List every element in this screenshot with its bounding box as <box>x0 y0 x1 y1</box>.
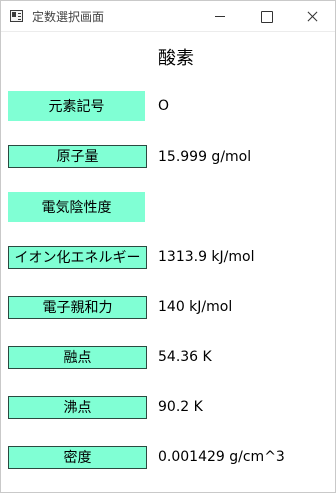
electron-affinity-button[interactable]: 電子親和力 <box>8 296 147 319</box>
app-window-icon <box>10 10 23 22</box>
density-button[interactable]: 密度 <box>8 446 147 469</box>
minimize-icon[interactable] <box>197 1 243 32</box>
ionization-energy-button[interactable]: イオン化エネルギー <box>8 246 147 269</box>
maximize-icon[interactable] <box>243 1 289 32</box>
title-bar[interactable]: 定数選択画面 <box>1 1 335 32</box>
boiling-point-value: 90.2 K <box>158 399 203 415</box>
electronegativity-button[interactable]: 電気陰性度 <box>8 192 145 222</box>
app-window: 定数選択画面 酸素 元素記号 O 原子量 15.999 g/mol 電気陰性度 … <box>0 0 336 493</box>
close-icon[interactable] <box>289 1 335 32</box>
atomic-weight-value: 15.999 g/mol <box>158 149 252 165</box>
ionization-energy-value: 1313.9 kJ/mol <box>158 249 255 265</box>
symbol-value: O <box>158 98 170 114</box>
element-name-heading: 酸素 <box>158 48 194 69</box>
melting-point-value: 54.36 K <box>158 349 212 365</box>
electron-affinity-value: 140 kJ/mol <box>158 299 233 315</box>
window-title: 定数選択画面 <box>32 10 105 24</box>
symbol-button[interactable]: 元素記号 <box>8 91 145 121</box>
atomic-weight-button[interactable]: 原子量 <box>8 145 147 168</box>
melting-point-button[interactable]: 融点 <box>8 346 147 369</box>
density-value: 0.001429 g/cm^3 <box>158 449 285 465</box>
boiling-point-button[interactable]: 沸点 <box>8 396 147 419</box>
